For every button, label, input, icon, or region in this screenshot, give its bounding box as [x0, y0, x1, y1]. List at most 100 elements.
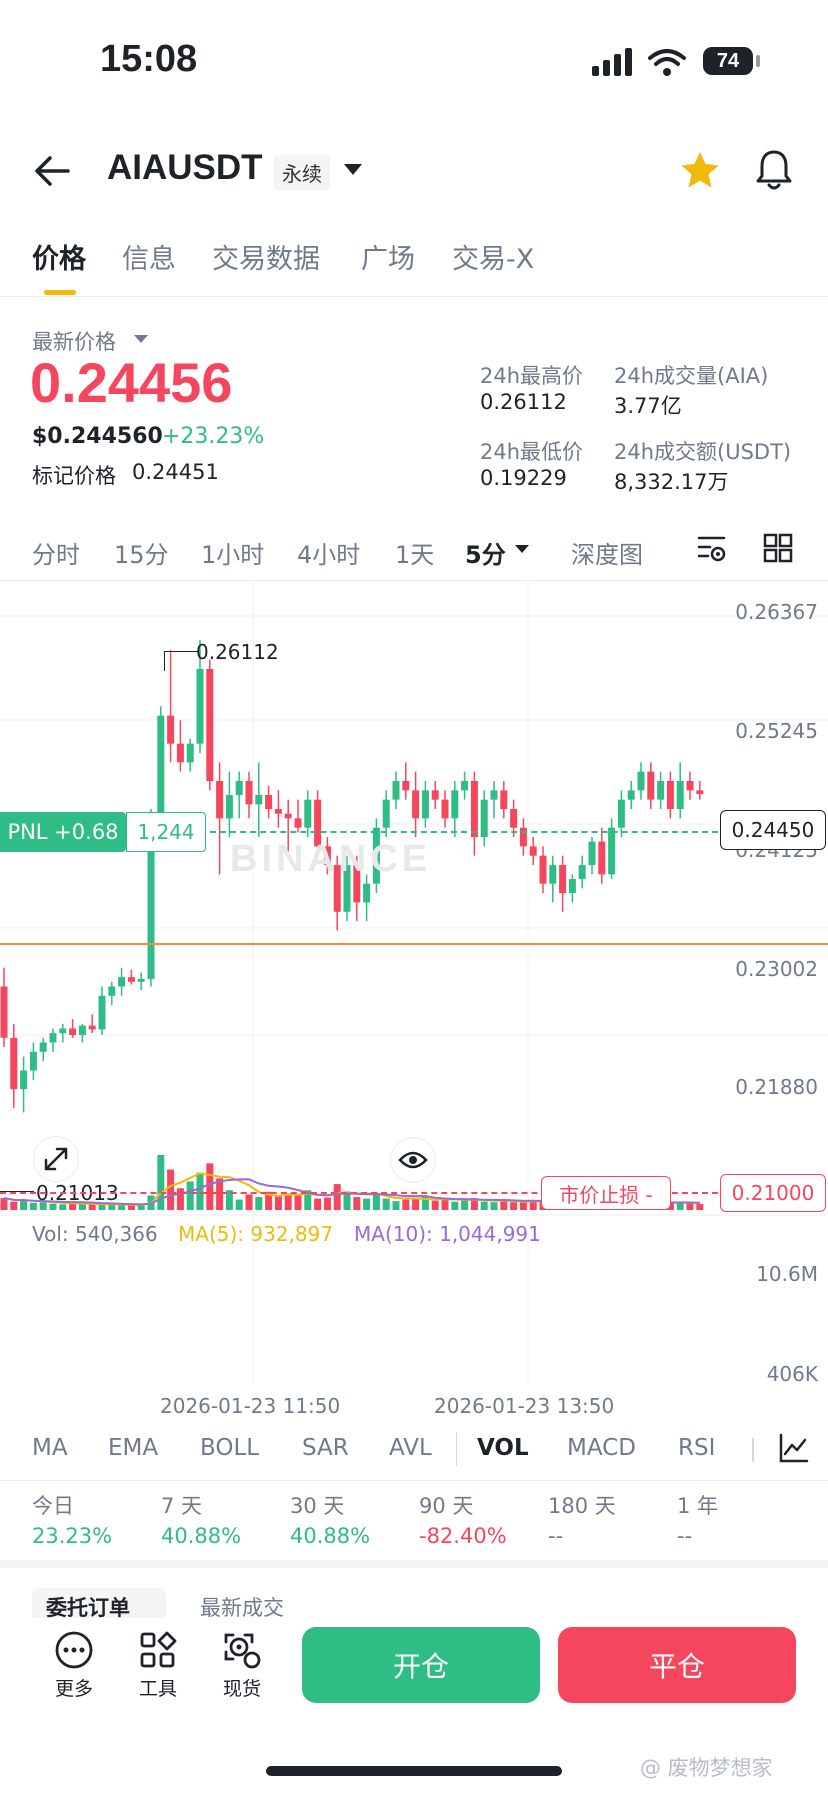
stop-loss-order[interactable]: 市价止损 -	[541, 1176, 671, 1210]
indicator-avl[interactable]: AVL	[389, 1435, 432, 1461]
candle-body	[59, 1028, 67, 1034]
tab-square[interactable]: 广场	[361, 237, 415, 276]
indicator-rsi[interactable]: RSI	[678, 1435, 715, 1461]
period-label: 90 天	[419, 1494, 474, 1518]
volume-bar	[490, 1202, 498, 1210]
candle-body	[686, 781, 694, 791]
candle-body	[245, 781, 253, 805]
candle-body	[598, 841, 606, 875]
candle-body	[451, 790, 459, 819]
volume-bar	[20, 1200, 28, 1210]
kline-chart[interactable]	[0, 580, 828, 1385]
current-price-tag: 0.24450	[720, 810, 826, 850]
eye-icon	[398, 1151, 428, 1169]
tf-5m[interactable]: 5分	[465, 535, 506, 570]
candle-body	[676, 781, 684, 810]
indicator-settings-icon[interactable]	[778, 1432, 810, 1464]
candle-body	[20, 1070, 28, 1090]
home-indicator[interactable]	[266, 1766, 562, 1776]
wifi-icon	[648, 49, 686, 76]
tf-4h[interactable]: 4小时	[297, 535, 360, 570]
tab-open-orders[interactable]: 委托订单	[32, 1588, 166, 1618]
candle-body	[470, 781, 478, 838]
high-24h-label: 24h最高价	[480, 364, 584, 388]
tf-depth[interactable]: 深度图	[571, 535, 643, 570]
vol-ma10: MA(10): 1,044,991	[354, 1222, 541, 1246]
indicator-macd[interactable]: MACD	[567, 1435, 636, 1461]
volume-bar	[0, 1198, 8, 1210]
bell-icon[interactable]	[754, 148, 794, 192]
vol-24h: 3.77亿	[614, 394, 682, 418]
tab-trade-x[interactable]: 交易-X	[452, 237, 534, 276]
volume-bar	[255, 1197, 263, 1210]
last-price-dropdown-icon[interactable]	[133, 334, 149, 344]
volume-bar	[206, 1163, 214, 1210]
mark-price-label: 标记价格	[32, 464, 116, 488]
vol-axis-top: 10.6M	[756, 1262, 818, 1286]
position-pnl[interactable]: PNL +0.68	[0, 812, 126, 852]
volume-bar	[402, 1199, 410, 1210]
more-label[interactable]: 更多	[44, 1674, 104, 1701]
high-marker-line	[164, 651, 198, 652]
tf-timeline[interactable]: 分时	[32, 535, 80, 570]
back-arrow-icon[interactable]	[34, 155, 70, 187]
indicator-divider	[456, 1432, 457, 1466]
candle-body	[637, 771, 645, 791]
spot-label[interactable]: 现货	[212, 1674, 272, 1701]
position-quantity[interactable]: 1,244	[126, 812, 206, 852]
candle-body	[118, 977, 126, 987]
period-value: --	[548, 1524, 564, 1548]
indicator-sar[interactable]: SAR	[302, 1435, 349, 1461]
tab-recent-trades[interactable]: 最新成交	[200, 1592, 284, 1618]
candle-body	[167, 715, 175, 744]
grid-layout-icon[interactable]	[763, 533, 793, 563]
volume-bar	[353, 1197, 361, 1210]
symbol-title[interactable]: AIAUSDT	[107, 148, 263, 188]
candle-body	[157, 715, 165, 819]
candle-body	[127, 977, 135, 982]
indicator-ema[interactable]: EMA	[108, 1435, 158, 1461]
favorite-star-icon[interactable]	[679, 150, 721, 190]
candle-body	[382, 799, 390, 828]
more-icon[interactable]	[54, 1630, 94, 1670]
candle-body	[88, 1025, 96, 1030]
period-value: -82.40%	[419, 1524, 507, 1548]
status-time: 15:08	[100, 38, 198, 80]
expand-chart-button[interactable]	[33, 1136, 79, 1182]
chart-settings-icon[interactable]	[696, 533, 728, 565]
volume-bar	[157, 1155, 165, 1210]
indicator-boll[interactable]: BOLL	[200, 1435, 259, 1461]
tab-info[interactable]: 信息	[122, 237, 176, 276]
candle-body	[627, 790, 635, 800]
spot-icon[interactable]	[222, 1630, 262, 1670]
tab-price[interactable]: 价格	[32, 237, 86, 276]
period-value: --	[677, 1524, 693, 1548]
tools-label[interactable]: 工具	[128, 1674, 188, 1701]
candle-body	[568, 879, 576, 894]
volume-bar	[314, 1198, 322, 1210]
volume-bar	[461, 1199, 469, 1210]
high-24h: 0.26112	[480, 390, 567, 414]
contract-type-badge: 永续	[274, 155, 330, 190]
signal-icon	[592, 48, 632, 76]
tf-1d[interactable]: 1天	[395, 535, 434, 570]
volume-bar	[382, 1198, 390, 1210]
battery-tip	[756, 55, 760, 67]
tf-15m[interactable]: 15分	[114, 535, 169, 570]
indicator-ma[interactable]: MA	[32, 1435, 68, 1461]
tab-trading-data[interactable]: 交易数据	[212, 237, 320, 276]
close-position-button[interactable]: 平仓	[558, 1627, 796, 1703]
low-24h: 0.19229	[480, 466, 567, 490]
tf-1h[interactable]: 1小时	[201, 535, 264, 570]
candle-body	[412, 790, 420, 819]
candle-body	[294, 818, 302, 828]
volume-bar	[235, 1199, 243, 1210]
period-label: 今日	[32, 1494, 74, 1518]
tools-icon[interactable]	[138, 1630, 178, 1670]
symbol-dropdown-icon[interactable]	[343, 163, 363, 177]
tf-dropdown-icon[interactable]	[514, 544, 530, 554]
toggle-visibility-button[interactable]	[390, 1137, 436, 1183]
open-position-button[interactable]: 开仓	[302, 1627, 540, 1703]
indicator-vol[interactable]: VOL	[477, 1435, 529, 1461]
candle-body	[647, 771, 655, 800]
